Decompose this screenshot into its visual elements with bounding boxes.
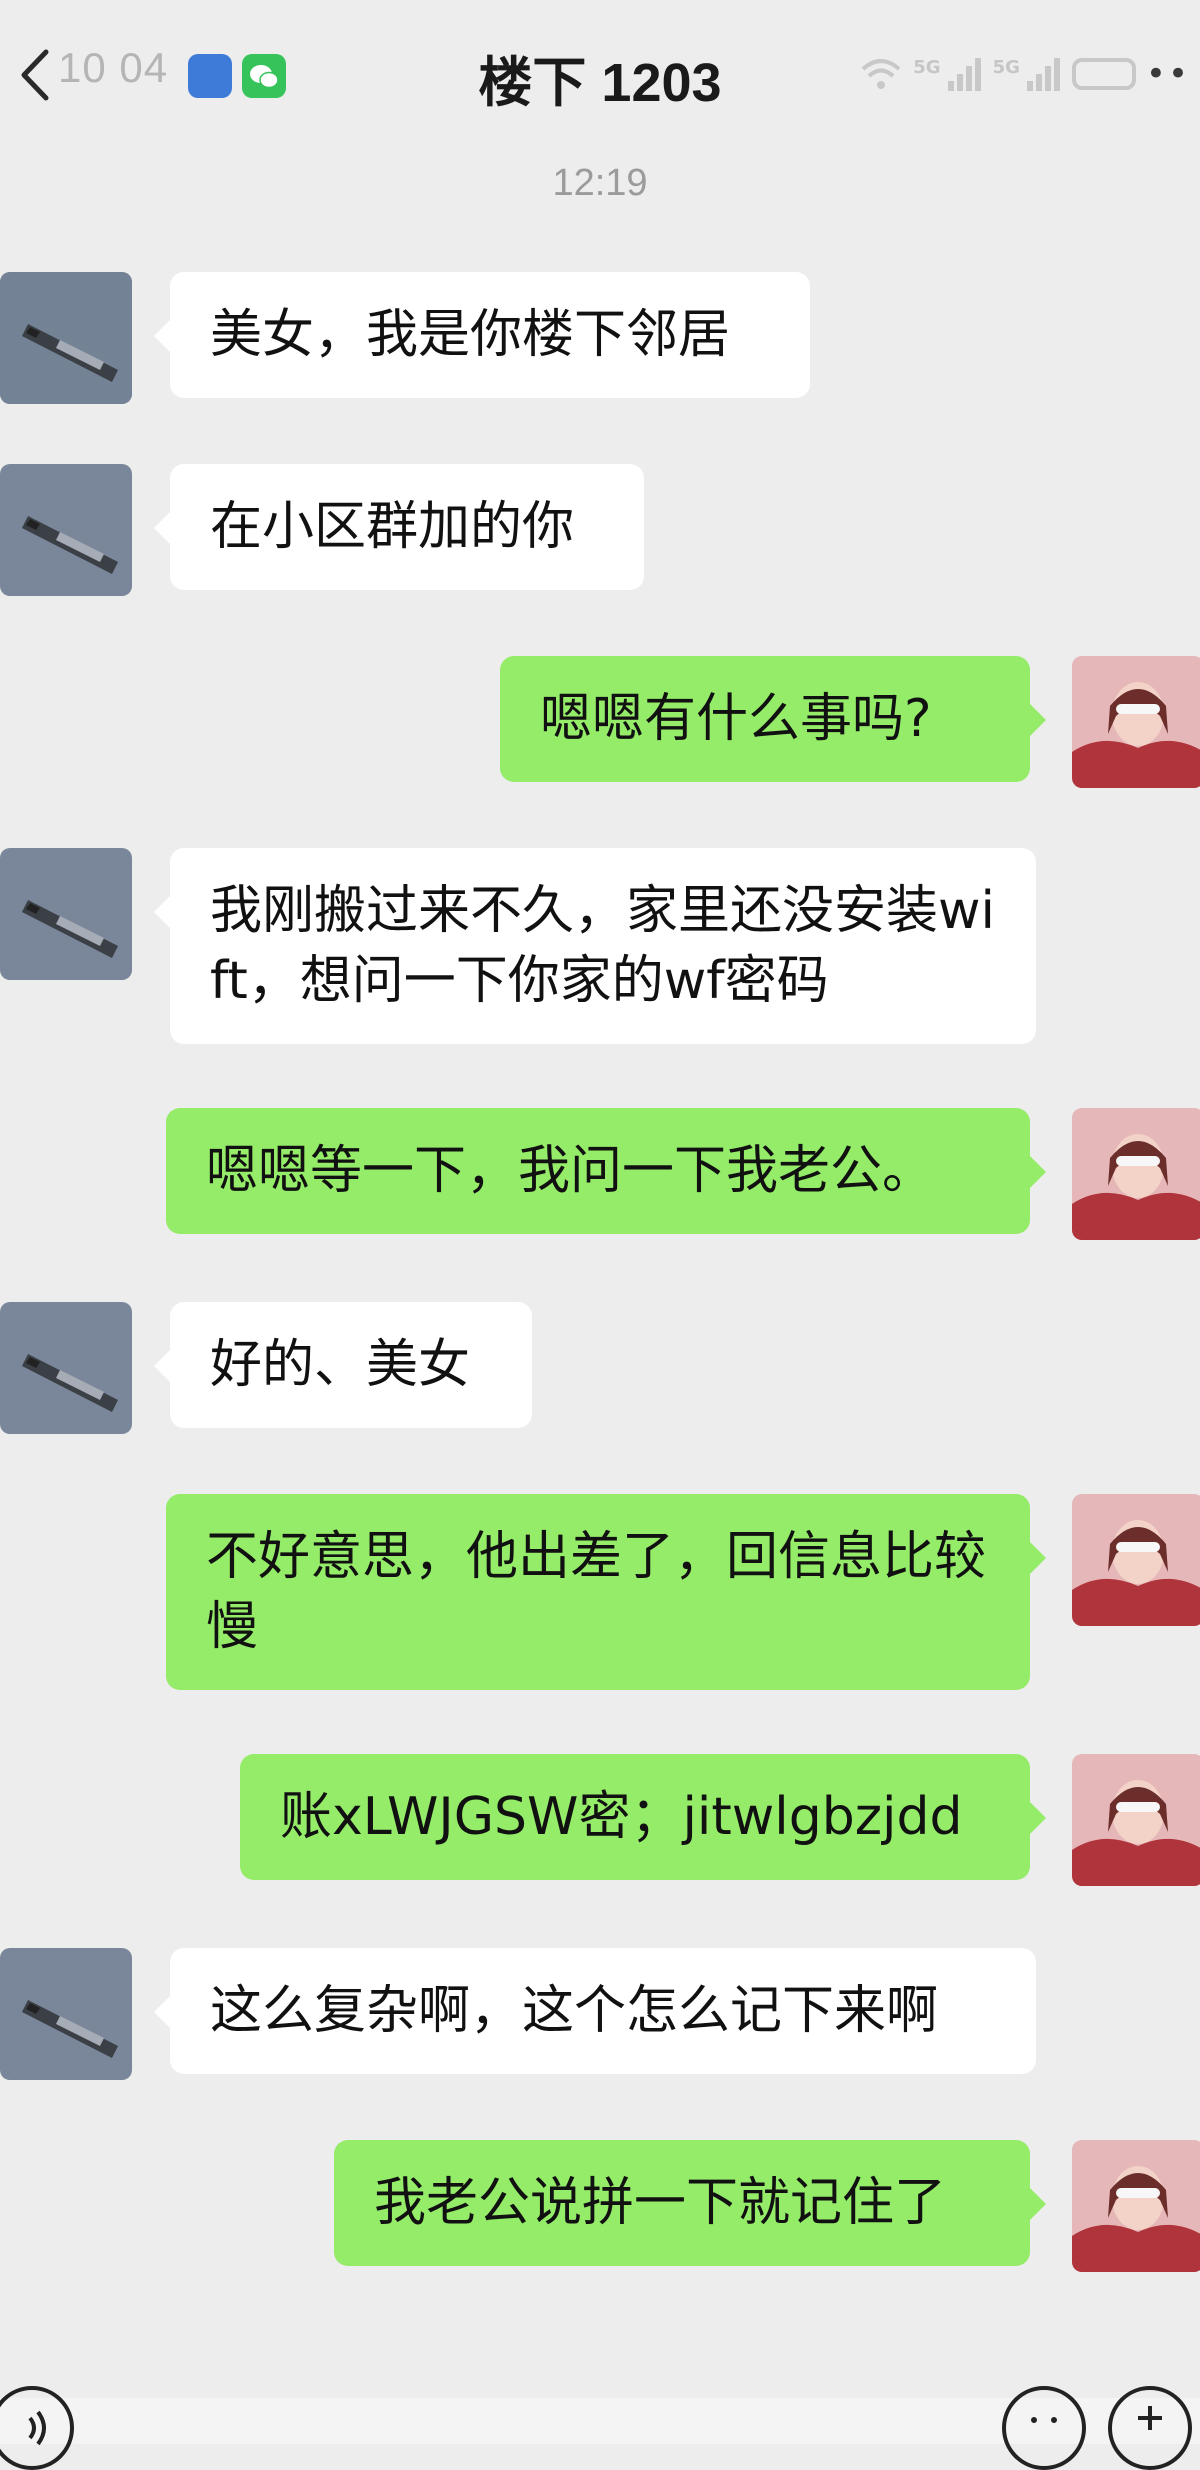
voice-input-button[interactable] [0, 2386, 74, 2470]
self-avatar[interactable] [1072, 1754, 1200, 1886]
status-indicators: 5G 5G •• [859, 54, 1190, 94]
signal-indicator-1: 5G [913, 57, 982, 91]
self-avatar[interactable] [1072, 2140, 1200, 2272]
message-bubble-outgoing[interactable]: 嗯嗯等一下，我问一下我老公。 [166, 1108, 1046, 1234]
contact-avatar[interactable] [0, 848, 132, 980]
message-bubble-incoming[interactable]: 美女，我是你楼下邻居 [154, 272, 810, 398]
signal-indicator-2: 5G [993, 57, 1062, 91]
message-bubble-incoming[interactable]: 这么复杂啊，这个怎么记下来啊 [154, 1948, 1036, 2074]
message-bubble-outgoing[interactable]: 不好意思，他出差了，回信息比较慢 [166, 1494, 1046, 1690]
message-bubble-incoming[interactable]: 我刚搬过来不久，家里还没安装wift，想问一下你家的wf密码 [154, 848, 1036, 1044]
message-bubble-incoming[interactable]: 在小区群加的你 [154, 464, 644, 590]
contact-avatar[interactable] [0, 1302, 132, 1434]
signal-label-1: 5G [913, 57, 941, 78]
voice-icon [28, 2410, 46, 2446]
emoji-button[interactable] [1002, 2386, 1086, 2470]
plus-icon [1138, 2406, 1162, 2430]
message-bubble-outgoing[interactable]: 嗯嗯有什么事吗? [500, 656, 1046, 782]
more-functions-button[interactable] [1108, 2386, 1192, 2470]
contact-avatar[interactable] [0, 272, 132, 404]
more-button[interactable]: •• [1146, 54, 1190, 94]
self-avatar[interactable] [1072, 1108, 1200, 1240]
signal-label-2: 5G [992, 57, 1020, 78]
contact-avatar[interactable] [0, 1948, 132, 2080]
message-bubble-outgoing[interactable]: 我老公说拼一下就记住了 [334, 2140, 1046, 2266]
signal-bars-icon [947, 58, 981, 91]
message-bubble-outgoing[interactable]: 账xLWJGSW密；jitwlgbzjdd [240, 1754, 1046, 1880]
message-timestamp: 12:19 [552, 162, 648, 204]
signal-bars-icon [1026, 58, 1060, 91]
self-avatar[interactable] [1072, 1494, 1200, 1626]
message-bubble-incoming[interactable]: 好的、美女 [154, 1302, 532, 1428]
wifi-icon [861, 59, 901, 89]
battery-icon [1071, 58, 1136, 90]
self-avatar[interactable] [1072, 656, 1200, 788]
chat-header: 10 04 楼下 1203 5G 5G •• [0, 0, 1200, 150]
emoji-icon [1031, 2417, 1057, 2423]
contact-avatar[interactable] [0, 464, 132, 596]
